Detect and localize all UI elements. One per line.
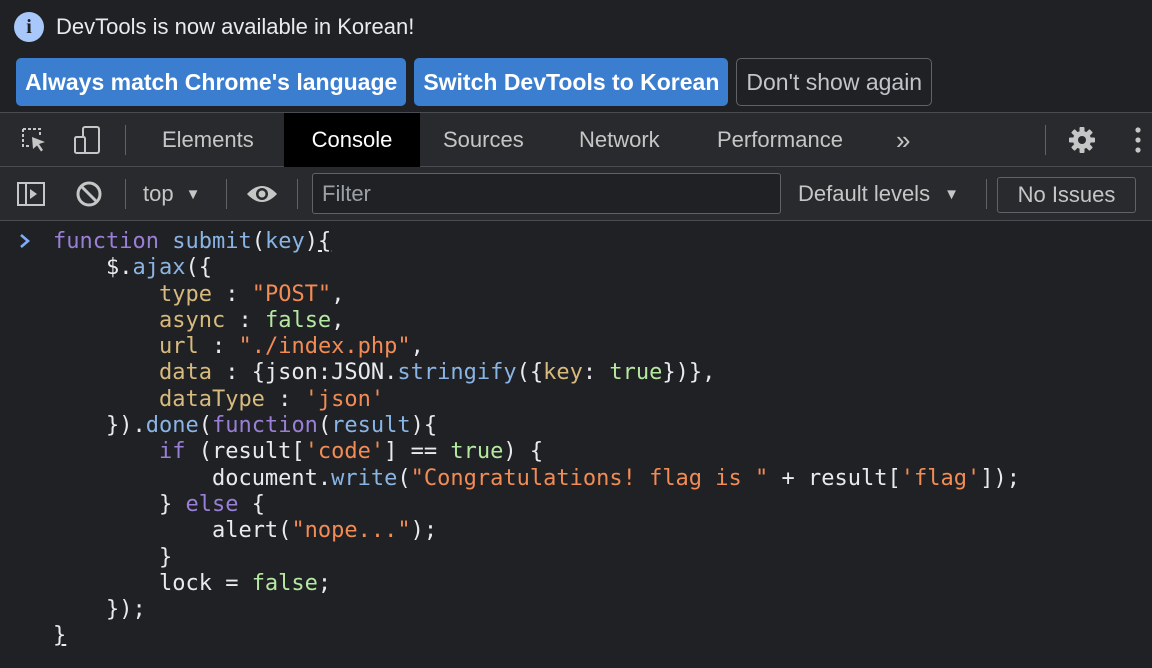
clear-console-icon[interactable] — [72, 167, 106, 221]
dont-show-again-button[interactable]: Don't show again — [736, 58, 933, 106]
code-line: async : false, — [158, 307, 345, 333]
code-line: dataType : 'json' — [158, 386, 385, 412]
more-tabs-icon[interactable]: » — [874, 113, 932, 167]
toolbar-divider — [297, 179, 298, 209]
code-line: lock = false; — [158, 570, 332, 596]
code-line: url : "./index.php", — [158, 334, 424, 360]
info-icon: i — [14, 12, 44, 42]
context-selector[interactable]: top ▼ — [143, 167, 200, 221]
tab-sources[interactable]: Sources — [421, 113, 546, 167]
dropdown-caret-icon: ▼ — [185, 185, 201, 203]
tab-console[interactable]: Console — [284, 113, 420, 167]
console-prompt-icon — [20, 234, 30, 248]
toolbar-divider — [125, 179, 126, 209]
log-levels-label: Default levels — [798, 181, 931, 206]
code-line: function submit(key){ — [53, 229, 332, 254]
code-line: } — [53, 623, 67, 649]
tab-performance[interactable]: Performance — [695, 113, 865, 167]
dropdown-caret-icon: ▼ — [944, 185, 959, 203]
code-line: document.write("Congratulations! flag is… — [211, 465, 1020, 491]
code-line: if (result['code'] == true) { — [158, 439, 544, 465]
language-infobar: i DevTools is now available in Korean! A… — [0, 0, 1152, 113]
issues-button[interactable]: No Issues — [997, 177, 1136, 213]
log-levels-dropdown[interactable]: Default levels ▼ — [798, 167, 959, 221]
eye-icon[interactable] — [244, 167, 280, 221]
code-line: }); — [105, 597, 146, 623]
code-line: }).done(function(result){ — [105, 413, 438, 439]
context-value: top — [143, 181, 174, 206]
settings-gear-icon[interactable] — [1064, 113, 1100, 167]
tab-elements[interactable]: Elements — [140, 113, 276, 167]
infobar-message-row: i DevTools is now available in Korean! — [14, 10, 414, 44]
infobar-message: DevTools is now available in Korean! — [56, 14, 415, 39]
infobar-buttons: Always match Chrome's language Switch De… — [16, 58, 933, 106]
sidebar-toggle-icon[interactable] — [14, 167, 48, 221]
code-line: data : {json:JSON.stringify({key: true})… — [158, 360, 716, 386]
filter-input[interactable]: Filter — [312, 173, 781, 214]
tab-network[interactable]: Network — [557, 113, 682, 167]
match-chrome-language-button[interactable]: Always match Chrome's language — [16, 58, 407, 106]
toolbar-divider — [226, 179, 227, 209]
switch-to-korean-button[interactable]: Switch DevTools to Korean — [414, 58, 729, 106]
code-line: alert("nope..."); — [211, 518, 438, 544]
inspect-element-icon[interactable] — [16, 113, 52, 167]
code-line: } else { — [158, 491, 265, 517]
main-tab-bar: Elements Console Sources Network Perform… — [0, 113, 1152, 167]
console-output[interactable]: function submit(key){ $.ajax({ type : "P… — [0, 222, 1152, 668]
code-line: $.ajax({ — [105, 255, 212, 281]
device-toolbar-icon[interactable] — [68, 113, 106, 167]
code-line: } — [158, 544, 173, 570]
kebab-menu-icon[interactable] — [1126, 113, 1150, 167]
code-line: type : "POST", — [158, 281, 345, 307]
toolbar-divider — [125, 125, 126, 155]
toolbar-divider — [1045, 125, 1046, 155]
console-code-block: function submit(key){ $.ajax({ type : "P… — [53, 229, 1020, 650]
toolbar-divider — [986, 179, 987, 209]
